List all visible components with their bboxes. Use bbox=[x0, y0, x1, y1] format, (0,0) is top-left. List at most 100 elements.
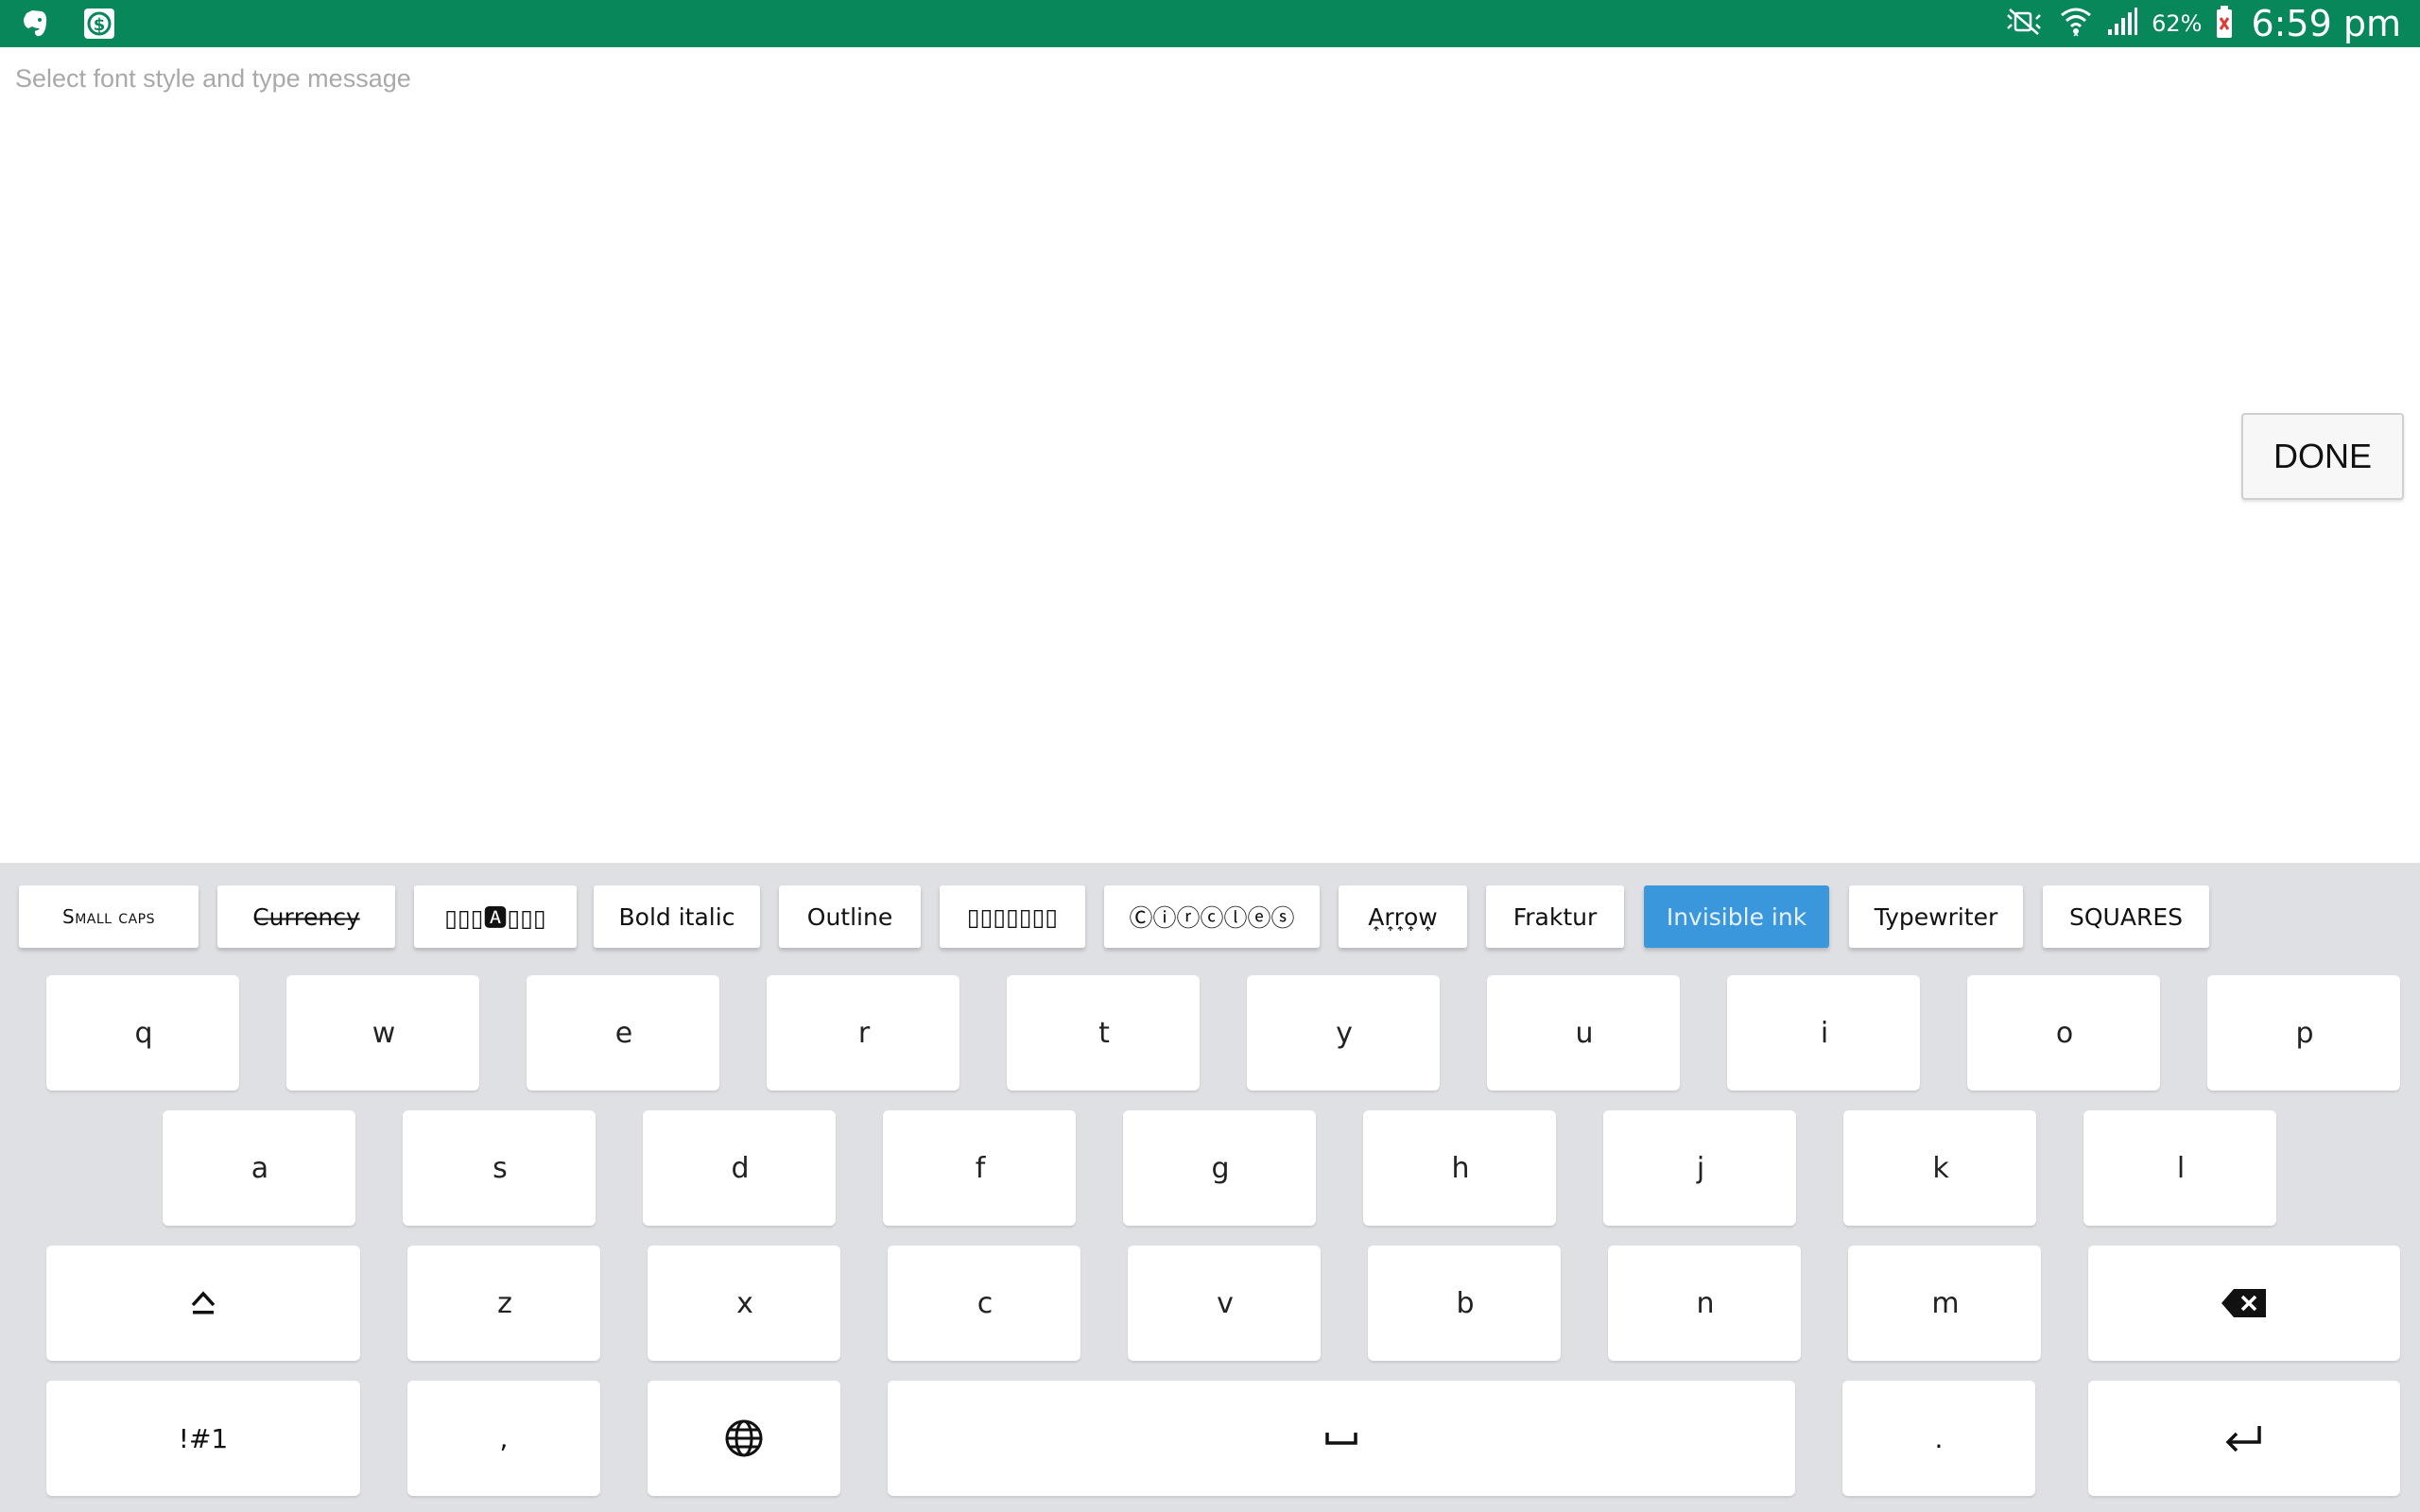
key-c[interactable]: c bbox=[888, 1246, 1080, 1361]
key-label: r bbox=[857, 1016, 870, 1050]
style-chip-label: Typewriter bbox=[1874, 902, 1998, 931]
style-chip-outline[interactable]: Outline bbox=[779, 885, 921, 948]
style-chip-label: C̶u̶r̶r̶e̶n̶c̶y̶ bbox=[252, 902, 360, 931]
battery-percent: 62% bbox=[2152, 10, 2203, 37]
key-i[interactable]: i bbox=[1727, 975, 1920, 1091]
key-b[interactable]: b bbox=[1368, 1246, 1561, 1361]
key-label: v bbox=[1217, 1286, 1234, 1320]
style-chip-label: Fraktur bbox=[1512, 902, 1598, 931]
style-chip-squares[interactable]: SQUARES bbox=[2043, 885, 2209, 948]
battery-icon bbox=[2215, 5, 2234, 43]
key-label: i bbox=[1820, 1016, 1828, 1050]
key-n[interactable]: n bbox=[1608, 1246, 1801, 1361]
style-chip-label: Invisible ink bbox=[1666, 902, 1807, 931]
period-key-label: . bbox=[1934, 1422, 1944, 1454]
key-label: t bbox=[1098, 1016, 1110, 1050]
notification-icons: $ bbox=[17, 6, 117, 42]
key-v[interactable]: v bbox=[1128, 1246, 1321, 1361]
key-h[interactable]: h bbox=[1363, 1110, 1556, 1226]
style-chip-label: Ⓒⓘⓡⓒⓛⓔⓢ bbox=[1129, 904, 1295, 932]
comma-key[interactable]: , bbox=[407, 1381, 600, 1496]
key-a[interactable]: a bbox=[163, 1110, 355, 1226]
key-label: l bbox=[2176, 1151, 2185, 1185]
style-chip-arrow[interactable]: A͎r͎r͎o͎w͎ bbox=[1339, 885, 1467, 948]
key-f[interactable]: f bbox=[883, 1110, 1076, 1226]
key-z[interactable]: z bbox=[407, 1246, 600, 1361]
clock: 6:59 pm bbox=[2251, 3, 2401, 44]
style-chip-circles[interactable]: Ⓒⓘⓡⓒⓛⓔⓢ bbox=[1104, 885, 1320, 948]
mute-icon bbox=[2002, 8, 2046, 40]
key-q[interactable]: q bbox=[46, 975, 239, 1091]
key-label: b bbox=[1456, 1286, 1474, 1320]
key-label: f bbox=[975, 1151, 985, 1185]
key-label: c bbox=[977, 1286, 993, 1320]
style-chip-label: SQUARES bbox=[2069, 902, 2183, 931]
font-style-bar[interactable]: Small caps C̶u̶r̶r̶e̶n̶c̶y̶ ▯▯▯🅰▯▯▯ Bold… bbox=[0, 863, 2420, 957]
shift-icon bbox=[189, 1289, 217, 1317]
key-label: x bbox=[736, 1286, 753, 1320]
period-key[interactable]: . bbox=[1842, 1381, 2035, 1496]
key-g[interactable]: g bbox=[1123, 1110, 1316, 1226]
wifi-icon bbox=[2059, 6, 2093, 42]
style-chip-unsupported[interactable]: ▯▯▯▯▯▯▯ bbox=[940, 885, 1085, 948]
svg-text:$: $ bbox=[94, 15, 106, 35]
style-chip-bold-italic[interactable]: Bold italic bbox=[594, 885, 760, 948]
style-chip-label: Outline bbox=[806, 902, 893, 931]
keyboard: Small caps C̶u̶r̶r̶e̶n̶c̶y̶ ▯▯▯🅰▯▯▯ Bold… bbox=[0, 863, 2420, 1512]
backspace-key[interactable] bbox=[2088, 1246, 2400, 1361]
key-m[interactable]: m bbox=[1848, 1246, 2041, 1361]
key-label: m bbox=[1931, 1286, 1959, 1320]
key-label: z bbox=[497, 1286, 512, 1320]
key-label: p bbox=[2295, 1016, 2313, 1050]
key-y[interactable]: y bbox=[1247, 975, 1440, 1091]
key-label: w bbox=[372, 1016, 396, 1050]
shift-key[interactable] bbox=[46, 1246, 360, 1361]
key-label: n bbox=[1696, 1286, 1714, 1320]
done-button[interactable]: DONE bbox=[2241, 413, 2404, 500]
status-bar: $ 62% 6:59 pm bbox=[0, 0, 2420, 47]
key-w[interactable]: w bbox=[286, 975, 479, 1091]
style-chip-fraktur[interactable]: Fraktur bbox=[1486, 885, 1624, 948]
system-status: 62% 6:59 pm bbox=[2002, 0, 2401, 47]
key-k[interactable]: k bbox=[1843, 1110, 2036, 1226]
key-l[interactable]: l bbox=[2083, 1110, 2276, 1226]
globe-icon bbox=[724, 1418, 764, 1458]
space-icon bbox=[1324, 1430, 1358, 1447]
key-o[interactable]: o bbox=[1967, 975, 2160, 1091]
key-s[interactable]: s bbox=[403, 1110, 596, 1226]
style-chip-invisible-ink[interactable]: Invisible ink bbox=[1644, 885, 1829, 948]
message-input[interactable] bbox=[15, 55, 2189, 102]
style-chip-label: A͎r͎r͎o͎w͎ bbox=[1368, 902, 1438, 931]
symbols-key-label: !#1 bbox=[178, 1422, 229, 1454]
key-label: o bbox=[2055, 1016, 2073, 1050]
key-label: g bbox=[1211, 1151, 1229, 1185]
key-e[interactable]: e bbox=[527, 975, 719, 1091]
key-d[interactable]: d bbox=[643, 1110, 836, 1226]
key-u[interactable]: u bbox=[1487, 975, 1680, 1091]
key-label: y bbox=[1336, 1016, 1353, 1050]
enter-key[interactable] bbox=[2088, 1381, 2400, 1496]
key-label: e bbox=[614, 1016, 633, 1050]
key-p[interactable]: p bbox=[2207, 975, 2400, 1091]
key-label: j bbox=[1696, 1151, 1704, 1185]
enter-icon bbox=[2223, 1424, 2265, 1452]
style-chip-label: ▯▯▯▯▯▯▯ bbox=[966, 902, 1059, 931]
style-chip-typewriter[interactable]: Typewriter bbox=[1849, 885, 2023, 948]
dollar-app-icon: $ bbox=[81, 6, 117, 42]
signal-icon bbox=[2106, 7, 2138, 41]
key-label: d bbox=[731, 1151, 749, 1185]
key-t[interactable]: t bbox=[1007, 975, 1200, 1091]
key-r[interactable]: r bbox=[767, 975, 959, 1091]
key-j[interactable]: j bbox=[1603, 1110, 1796, 1226]
key-x[interactable]: x bbox=[648, 1246, 840, 1361]
language-key[interactable] bbox=[648, 1381, 840, 1496]
comma-key-label: , bbox=[499, 1422, 509, 1454]
key-label: a bbox=[251, 1151, 268, 1185]
style-chip-small-caps[interactable]: Small caps bbox=[19, 885, 199, 948]
style-chip-label: Bold italic bbox=[618, 902, 735, 931]
style-chip-label: ▯▯▯🅰▯▯▯ bbox=[444, 904, 546, 932]
symbols-key[interactable]: !#1 bbox=[46, 1381, 360, 1496]
style-chip-boxed[interactable]: ▯▯▯🅰▯▯▯ bbox=[414, 885, 577, 948]
style-chip-currency[interactable]: C̶u̶r̶r̶e̶n̶c̶y̶ bbox=[217, 885, 395, 948]
space-key[interactable] bbox=[888, 1381, 1795, 1496]
